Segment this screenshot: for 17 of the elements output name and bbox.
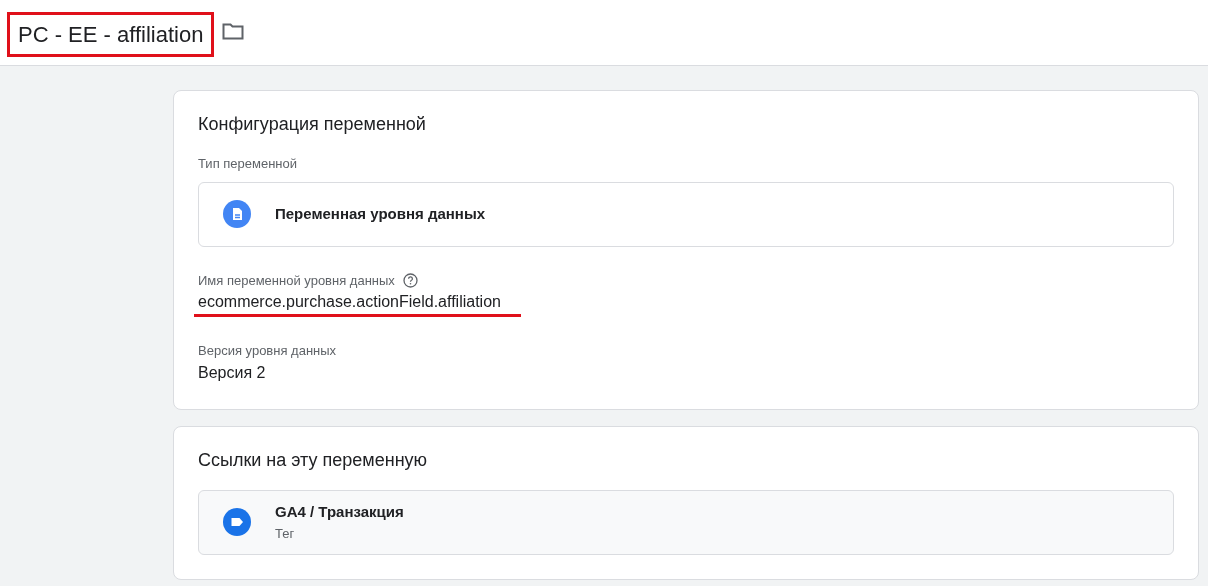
variable-type-row[interactable]: Переменная уровня данных — [198, 181, 1174, 247]
reference-type: Тег — [275, 524, 296, 543]
field-label: Версия уровня данных — [198, 342, 338, 360]
variable-type: Переменная уровня данных — [275, 203, 486, 224]
page-title[interactable]: PC - EE - affiliation — [7, 12, 215, 57]
document-icon — [223, 200, 251, 228]
section-title: Ссылки на эту переменную — [198, 448, 429, 472]
field-label: Тип переменной — [198, 155, 299, 173]
reference-name: GA4 / Транзакция — [275, 502, 404, 522]
reference-row[interactable]: GA4 / Транзакция Тег — [198, 489, 1174, 555]
section-title: Конфигурация переменной — [198, 113, 427, 136]
help-icon[interactable] — [402, 272, 418, 288]
folder-icon[interactable] — [222, 22, 245, 40]
field-value: Версия 2 — [198, 362, 267, 383]
tag-icon — [223, 508, 251, 536]
field-value: ecommerce.purchase.actionField.affiliation — [198, 292, 502, 312]
field-label: Имя переменной уровня данных — [198, 271, 395, 290]
